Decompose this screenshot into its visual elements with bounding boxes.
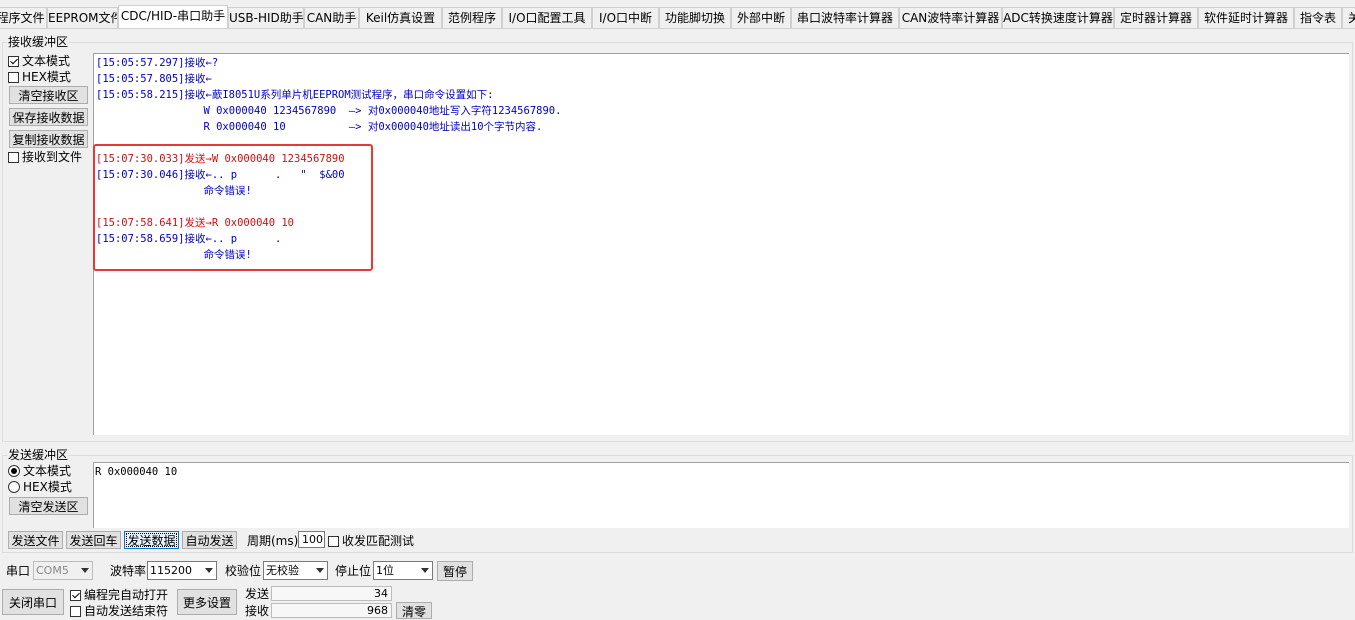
receive-line: [15:05:58.215]接收←藃I8051U系列单片机EEPROM测试程序，… [96, 89, 494, 101]
receive-to-file-checkbox[interactable]: 接收到文件 [8, 150, 82, 164]
receive-line: W 0x000040 1234567890 —> 对0x000040地址写入字符… [96, 105, 562, 117]
checkbox-checked-icon [8, 55, 19, 67]
chevron-down-icon [81, 568, 89, 573]
recv-count: 968 [271, 603, 392, 618]
receive-to-file-label: 接收到文件 [22, 150, 83, 164]
checkbox-icon [70, 605, 81, 617]
send-data-button[interactable]: 发送数据 [124, 531, 179, 549]
copy-receive-button[interactable]: 复制接收数据 [9, 130, 88, 148]
receive-line: [15:05:57.805]接收← [96, 73, 212, 85]
tab-about[interactable]: 关 [1342, 7, 1355, 28]
pause-button[interactable]: 暂停 [437, 561, 473, 581]
save-receive-button[interactable]: 保存接收数据 [9, 108, 88, 126]
tab-cdc-hid-serial[interactable]: CDC/HID-串口助手 [118, 5, 228, 28]
tab-pin-switch[interactable]: 功能脚切换 [659, 7, 731, 28]
tab-examples[interactable]: 范例程序 [442, 7, 502, 28]
receive-line: [15:05:57.297]接收←? [96, 57, 219, 69]
match-test-checkbox[interactable]: 收发匹配测试 [328, 534, 414, 548]
tab-timer-calc[interactable]: 定时器计算器 [1114, 7, 1198, 28]
checkbox-checked-icon [70, 589, 81, 601]
tab-usb-hid[interactable]: USB-HID助手 [228, 7, 304, 28]
auto-open-label: 编程完自动打开 [84, 588, 169, 602]
radio-icon [8, 481, 20, 493]
match-test-label: 收发匹配测试 [342, 534, 415, 548]
send-content: R 0x000040 10 [95, 466, 178, 478]
auto-send-button[interactable]: 自动发送 [182, 531, 237, 549]
checkbox-icon [8, 71, 19, 83]
tab-program-file[interactable]: 程序文件 [0, 7, 47, 28]
send-cr-button[interactable]: 发送回车 [66, 531, 121, 549]
send-buffer-title: 发送缓冲区 [7, 448, 70, 462]
period-input[interactable]: 100 [298, 531, 325, 548]
tab-keil-sim[interactable]: Keil仿真设置 [359, 7, 442, 28]
tab-io-interrupt[interactable]: I/O口中断 [592, 7, 659, 28]
send-textarea[interactable]: R 0x000040 10 [93, 462, 1349, 528]
tab-adc-speed-calc[interactable]: ADC转换速度计算器 [1002, 7, 1114, 28]
parity-select[interactable]: 无校验 [263, 561, 328, 580]
auto-open-checkbox[interactable]: 编程完自动打开 [70, 588, 168, 602]
send-text-mode-label: 文本模式 [23, 464, 72, 478]
tab-delay-calc[interactable]: 软件延时计算器 [1198, 7, 1294, 28]
send-hex-mode-radio[interactable]: HEX模式 [8, 480, 72, 494]
tab-bar: 程序文件 EEPROM文件 CDC/HID-串口助手 USB-HID助手 CAN… [0, 0, 1355, 29]
recv-count-label: 接收 [245, 604, 270, 618]
port-label: 串口 [6, 564, 31, 578]
port-value: COM5 [36, 564, 69, 577]
auto-send-end-label: 自动发送结束符 [84, 604, 169, 618]
receive-hex-mode-label: HEX模式 [22, 70, 71, 84]
chevron-down-icon [421, 568, 429, 573]
auto-send-end-checkbox[interactable]: 自动发送结束符 [70, 604, 168, 618]
stop-bits-value: 1位 [376, 564, 394, 577]
tab-can[interactable]: CAN助手 [304, 7, 359, 28]
chevron-down-icon [205, 568, 213, 573]
tab-ext-interrupt[interactable]: 外部中断 [731, 7, 791, 28]
checkbox-icon [8, 151, 19, 163]
stop-bits-select[interactable]: 1位 [373, 561, 433, 580]
clear-counts-button[interactable]: 清零 [396, 602, 432, 619]
close-port-button[interactable]: 关闭串口 [2, 589, 64, 615]
receive-line: R 0x000040 10 —> 对0x000040地址读出10个字节内容. [96, 121, 543, 133]
baud-label: 波特率 [110, 564, 147, 578]
tab-io-config[interactable]: I/O口配置工具 [502, 7, 592, 28]
more-settings-button[interactable]: 更多设置 [177, 589, 237, 615]
baud-value: 115200 [150, 564, 192, 577]
clear-send-button[interactable]: 清空发送区 [9, 497, 88, 515]
send-file-button[interactable]: 发送文件 [8, 531, 63, 549]
sent-count: 34 [271, 586, 392, 601]
baud-select[interactable]: 115200 [147, 561, 217, 580]
tab-instruction-table[interactable]: 指令表 [1294, 7, 1342, 28]
checkbox-icon [328, 535, 339, 547]
receive-text-mode-checkbox[interactable]: 文本模式 [8, 54, 70, 68]
stop-bits-label: 停止位 [335, 564, 372, 578]
chevron-down-icon [316, 568, 324, 573]
tab-can-baud-calc[interactable]: CAN波特率计算器 [899, 7, 1002, 28]
send-hex-mode-label: HEX模式 [23, 480, 72, 494]
period-label: 周期(ms) [247, 534, 299, 548]
receive-buffer-title: 接收缓冲区 [7, 35, 70, 49]
highlight-annotation-box [93, 144, 373, 271]
parity-value: 无校验 [266, 564, 299, 577]
parity-label: 校验位 [225, 564, 262, 578]
clear-receive-button[interactable]: 清空接收区 [9, 86, 88, 104]
port-select[interactable]: COM5 [33, 561, 93, 580]
sent-count-label: 发送 [245, 587, 270, 601]
send-text-mode-radio[interactable]: 文本模式 [8, 464, 71, 478]
tab-eeprom-file[interactable]: EEPROM文件 [47, 7, 118, 28]
receive-hex-mode-checkbox[interactable]: HEX模式 [8, 70, 71, 84]
receive-text-mode-label: 文本模式 [22, 54, 71, 68]
radio-checked-icon [8, 465, 20, 477]
tab-uart-baud-calc[interactable]: 串口波特率计算器 [791, 7, 899, 28]
